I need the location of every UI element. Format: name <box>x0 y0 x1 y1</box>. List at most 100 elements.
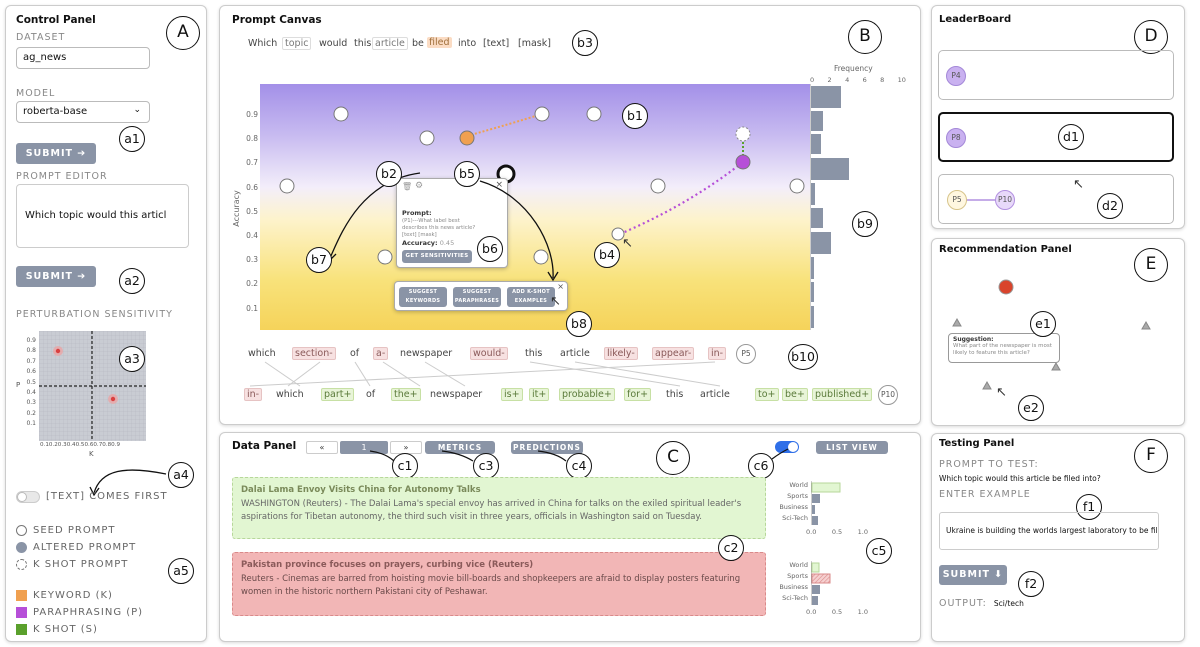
prompt-token[interactable]: article <box>372 37 408 50</box>
leaderboard-slot-3[interactable]: P5 P10 ↖ d2 <box>938 174 1174 224</box>
prompt-point-kshot[interactable] <box>735 126 751 142</box>
prompt-token[interactable]: filed <box>427 37 452 48</box>
p5-token: would- <box>470 347 508 360</box>
cursor-icon: ↖ <box>622 236 633 251</box>
canvas-annotation-arrows <box>325 172 559 282</box>
prompt-point[interactable] <box>650 178 666 194</box>
prompt-id-badge[interactable]: P5 <box>736 344 756 364</box>
leaderboard-panel: LeaderBoard D P4 P8 d1 P5 P10 ↖ d2 <box>931 5 1185 229</box>
prompt-token: [text] <box>483 38 510 49</box>
annotation-a3: a3 <box>119 346 145 372</box>
hist-bar <box>811 111 823 131</box>
p10-token: the+ <box>391 388 421 401</box>
prompt-token: would <box>319 38 348 49</box>
prompt-canvas-title: Prompt Canvas <box>232 14 322 26</box>
annotation-b4: b4 <box>594 242 620 268</box>
model-value: roberta-base <box>23 106 88 117</box>
badge-b: B <box>848 20 882 54</box>
sens-yticks: 0.9 0.8 0.7 0.6 0.5 0.4 0.3 0.2 0.1 <box>26 337 36 428</box>
prompt-id-badge[interactable]: P4 <box>946 66 966 86</box>
recommendation-triangle <box>952 317 962 327</box>
legend-paraphrasing: PARAPHRASING (P) <box>16 607 143 618</box>
p10-token: this <box>666 389 684 400</box>
leaderboard-slot-2[interactable]: P8 d1 <box>938 112 1174 162</box>
hist-bar <box>811 306 814 328</box>
dataset-label: DATASET <box>16 32 66 43</box>
prompt-token[interactable]: topic <box>282 37 312 50</box>
example-card-incorrect[interactable]: Pakistan province focuses on prayers, cu… <box>232 552 766 616</box>
prompt-point[interactable] <box>279 178 295 194</box>
card-body: Reuters - Cinemas are barred from hoisti… <box>241 573 741 598</box>
prompt-point[interactable] <box>586 106 602 122</box>
annotation-d1: d1 <box>1058 124 1084 150</box>
hist-bar <box>811 208 823 228</box>
seed-prompt-icon <box>16 525 27 536</box>
prompt-id-badge[interactable]: P8 <box>946 128 966 148</box>
output-value: Sci/tech <box>993 599 1024 608</box>
badge-a: A <box>166 16 200 50</box>
control-panel-title: Control Panel <box>16 14 96 26</box>
annotation-a1: a1 <box>119 126 145 152</box>
prompt-point-keyword[interactable] <box>459 130 475 146</box>
output-row: OUTPUT: Sci/tech <box>939 598 1024 609</box>
p5-token: article <box>560 348 590 359</box>
hist-ticks: 024 6 8 10 <box>810 76 906 84</box>
text-first-toggle[interactable] <box>16 491 40 503</box>
hist-bar <box>811 257 814 279</box>
recommendation-triangle <box>1141 320 1151 330</box>
prompt-point[interactable] <box>534 106 550 122</box>
prompt-id-badge[interactable]: P10 <box>995 190 1015 210</box>
dataset-value: ag_news <box>23 52 67 63</box>
example-input[interactable]: Ukraine is building the worlds largest l… <box>939 512 1159 550</box>
mini-bar <box>812 585 820 594</box>
kshot-swatch-icon <box>16 624 27 635</box>
leaderboard-slot-1[interactable]: P4 <box>938 50 1174 100</box>
seed-point <box>998 279 1014 295</box>
p10-token: of <box>366 389 376 400</box>
p5-token: which <box>248 348 276 359</box>
prompt-id-badge[interactable]: P10 <box>878 385 898 405</box>
testing-title: Testing Panel <box>939 438 1015 449</box>
sens-xlabel: K <box>89 450 94 458</box>
p10-token: is+ <box>501 388 523 401</box>
prompt-point-paraphrase[interactable] <box>735 154 751 170</box>
dataset-select[interactable]: ag_news <box>16 47 150 69</box>
test-submit-button[interactable]: SUBMIT ⬇ <box>939 565 1007 585</box>
prompt-point[interactable] <box>333 106 349 122</box>
p10-token: published+ <box>812 388 873 401</box>
prompt-point[interactable] <box>789 178 805 194</box>
mini-chart-2: World Sports Business Sci-Tech 0.0 0.5 1.0 <box>779 561 868 616</box>
chevron-down-icon: ⌄ <box>133 105 141 115</box>
text-first-label: [TEXT] COMES FIRST <box>46 491 168 502</box>
submit-model-button[interactable]: SUBMIT ➔ <box>16 143 96 164</box>
model-select[interactable]: roberta-base ⌄ <box>16 101 150 123</box>
data-panel-title: Data Panel <box>232 440 297 452</box>
recommendation-panel: Recommendation Panel E Suggestion: What … <box>931 238 1185 426</box>
example-card-correct[interactable]: Dalai Lama Envoy Visits China for Autono… <box>232 477 766 539</box>
annotation-b10: b10 <box>788 344 818 370</box>
p10-token: in- <box>244 388 263 401</box>
altered-prompt-icon <box>16 542 27 553</box>
prompt-canvas-panel: Prompt Canvas B Which topic would this a… <box>219 5 921 425</box>
card-title: Pakistan province focuses on prayers, cu… <box>241 560 534 570</box>
mini-bar <box>811 482 841 493</box>
p10-token: which <box>276 389 304 400</box>
paraphrasing-swatch-icon <box>16 607 27 618</box>
badge-f: F <box>1134 439 1168 473</box>
hist-bar <box>811 158 849 180</box>
example-value: Ukraine is building the worlds largest l… <box>946 526 1159 535</box>
card-body: WASHINGTON (Reuters) - The Dalai Lama's … <box>241 498 742 523</box>
cursor-icon: ↖ <box>1073 177 1084 192</box>
annotation-b3: b3 <box>572 30 598 56</box>
badge-d: D <box>1134 20 1168 54</box>
annotation-d2: d2 <box>1097 193 1123 219</box>
prompt-editor-input[interactable]: Which topic would this articl <box>16 184 189 248</box>
legend-kshot-color: K SHOT (S) <box>16 624 98 635</box>
page-prev-button[interactable]: « <box>306 441 338 454</box>
sens-ylabel: P <box>16 381 21 389</box>
prompt-id-badge[interactable]: P5 <box>947 190 967 210</box>
submit-prompt-button[interactable]: SUBMIT ➔ <box>16 266 96 287</box>
mini-bar <box>811 573 831 584</box>
prompt-point[interactable] <box>419 130 435 146</box>
list-view-button[interactable]: LIST VIEW <box>816 441 888 454</box>
